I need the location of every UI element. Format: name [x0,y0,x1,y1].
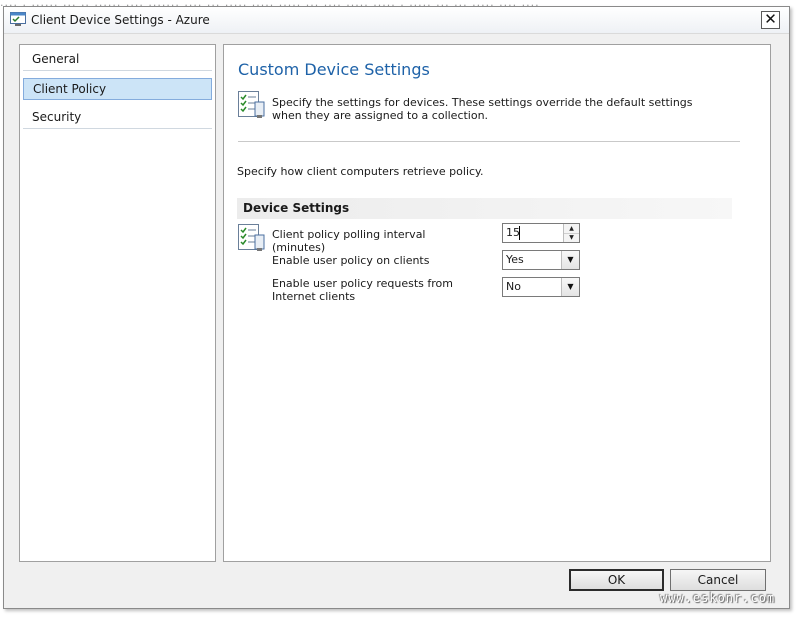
spinner-down-icon[interactable]: ▼ [564,233,579,242]
watermark-text: www.eskonr.com [660,591,776,605]
divider [238,141,740,142]
ok-button[interactable]: OK [569,569,664,591]
text-caret [519,226,520,240]
sidebar-nav: General Client Policy Security [19,44,216,562]
section-title: Device Settings [243,201,350,215]
page-title: Custom Device Settings [238,60,430,79]
internet-user-policy-label: Enable user policy requests from Interne… [272,277,453,303]
dialog-window: Client Device Settings - Azure ✕ General… [3,6,790,609]
user-policy-dropdown[interactable]: Yes ▼ [502,250,580,270]
cancel-button[interactable]: Cancel [670,569,766,591]
chevron-down-icon[interactable]: ▼ [561,251,579,269]
user-policy-value: Yes [506,253,524,266]
sidebar-item-label: General [32,52,80,66]
close-button[interactable]: ✕ [761,11,780,29]
sidebar-item-label: Client Policy [33,82,107,96]
intro-text: Specify how client computers retrieve po… [237,165,484,178]
section-header: Device Settings [237,198,732,219]
sidebar-item-security[interactable]: Security [23,107,212,129]
internet-user-policy-dropdown[interactable]: No ▼ [502,277,580,297]
settings-window-icon [10,12,26,26]
sidebar-item-label: Security [32,110,82,124]
user-policy-label: Enable user policy on clients [272,254,430,267]
sidebar-item-general[interactable]: General [23,49,212,71]
sidebar-item-client-policy[interactable]: Client Policy [23,78,212,100]
window-title: Client Device Settings - Azure [31,13,210,27]
polling-interval-value[interactable]: 15 [506,226,520,239]
page-description: Specify the settings for devices. These … [272,96,693,122]
checklist-document-icon [238,91,265,118]
content-panel: Custom Device Settings Specify the setti… [223,44,771,562]
checklist-document-icon [238,224,265,251]
polling-interval-spinner[interactable]: 15 ▲ ▼ [502,223,580,243]
spinner-buttons: ▲ ▼ [563,224,579,242]
polling-interval-label: Client policy polling interval (minutes) [272,228,426,254]
chevron-down-icon[interactable]: ▼ [561,278,579,296]
internet-user-policy-value: No [506,280,521,293]
title-bar: Client Device Settings - Azure ✕ [4,7,789,34]
